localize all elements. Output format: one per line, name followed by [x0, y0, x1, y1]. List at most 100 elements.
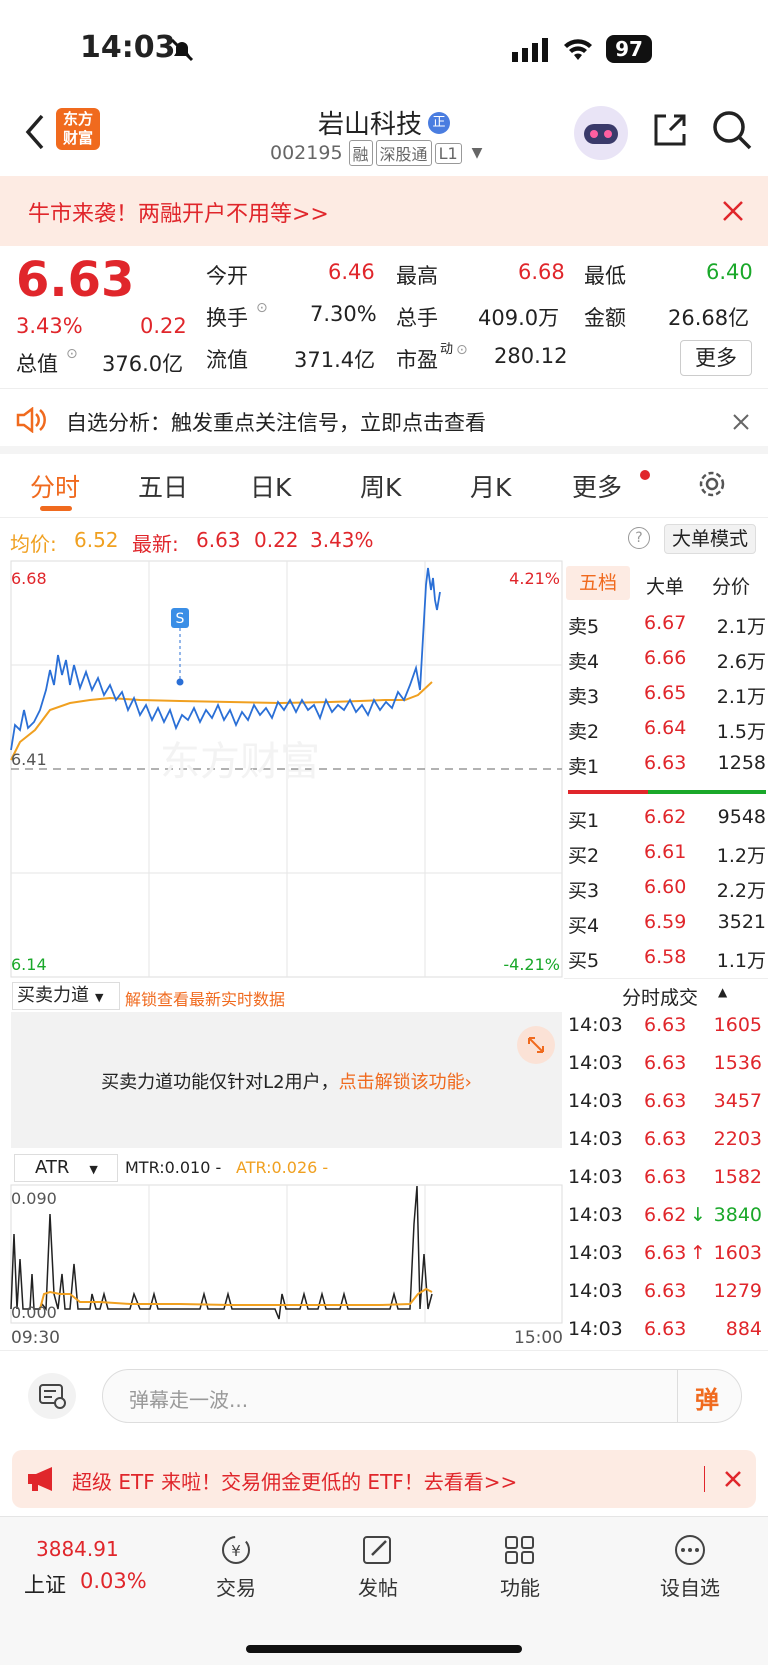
tag-connect: 深股通 — [375, 140, 432, 166]
stock-code: 002195 — [270, 142, 343, 164]
high-value: 6.68 — [518, 260, 565, 284]
info-icon[interactable]: ⊙ — [456, 342, 468, 358]
mtr-value: MTR:0.010 - — [125, 1158, 222, 1177]
notification-dot — [640, 470, 650, 480]
comment-bar: 弹幕走一波... 弹 — [0, 1350, 768, 1440]
low-value: 6.40 — [706, 260, 753, 284]
info-icon[interactable]: ⊙ — [256, 300, 268, 316]
ask-row[interactable]: 卖3 6.65 2.1万 — [564, 682, 768, 716]
unlock-feature-link[interactable]: 点击解锁该功能 — [339, 1072, 465, 1093]
book-tab-price[interactable]: 分价 — [712, 572, 750, 599]
mute-bell-icon — [170, 38, 194, 62]
promo-text[interactable]: 牛市来袭！两融开户不用等>> — [28, 196, 329, 228]
unlock-link[interactable]: 解锁查看最新实时数据 — [125, 986, 285, 1010]
open-label: 今开 — [206, 264, 248, 288]
tip-text[interactable]: 自选分析：触发重点关注信号，立即点击查看 — [66, 407, 486, 437]
tab-month-k[interactable]: 月K — [470, 468, 511, 504]
analysis-tip[interactable]: 自选分析：触发重点关注信号，立即点击查看 — [0, 388, 768, 454]
tab-intraday[interactable]: 分时 — [30, 468, 80, 504]
locked-message: 买卖力道功能仅针对L2用户， — [101, 1072, 339, 1093]
mktcap-label: 总值 — [16, 352, 58, 376]
bid-row[interactable]: 买4 6.59 3521 — [564, 911, 768, 945]
ask-row[interactable]: 卖5 6.67 2.1万 — [564, 612, 768, 646]
tick-row: 14:03 6.63 ↑ 1603 — [568, 1242, 762, 1264]
ticks-header[interactable]: 分时成交 ▲ — [564, 978, 768, 1014]
book-tab-five[interactable]: 五档 — [566, 566, 630, 600]
signal-marker-label: S — [176, 611, 185, 627]
nav-add-watchlist[interactable]: 设自选 — [630, 1533, 750, 1601]
chart-top-price: 6.68 — [11, 569, 47, 588]
bid-row[interactable]: 买3 6.60 2.2万 — [564, 876, 768, 910]
help-icon[interactable]: ? — [628, 527, 650, 549]
danmaku-settings-icon[interactable] — [28, 1373, 76, 1419]
atr-bottom-label: 0.000 — [11, 1303, 57, 1322]
turnover-value: 7.30% — [310, 302, 377, 326]
close-icon[interactable] — [732, 413, 750, 431]
last-value: 6.63 — [196, 528, 241, 552]
index-pct[interactable]: 0.03% — [80, 1569, 147, 1593]
tick-row: 14:03 6.63 2203 — [568, 1128, 762, 1150]
chart-watermark: 东方财富 — [160, 739, 320, 785]
ask-row[interactable]: 卖2 6.64 1.5万 — [564, 717, 768, 751]
more-button[interactable]: 更多 — [680, 340, 752, 376]
force-locked-panel: 买卖力道功能仅针对L2用户，点击解锁该功能› — [11, 1012, 562, 1148]
tab-more[interactable]: 更多 — [572, 468, 622, 504]
share-icon[interactable] — [650, 110, 690, 150]
volume-label: 总手 — [396, 306, 438, 330]
danmaku-send-button[interactable]: 弹 — [695, 1380, 719, 1415]
change-amount: 0.22 — [140, 314, 187, 338]
expand-icon[interactable] — [517, 1026, 555, 1064]
bid-row[interactable]: 买5 6.58 1.1万 — [564, 946, 768, 980]
pct-value: 3.43% — [310, 528, 374, 552]
bid-row[interactable]: 买2 6.61 1.2万 — [564, 841, 768, 875]
amount-value: 26.68亿 — [668, 306, 750, 330]
last-price: 6.63 — [16, 252, 135, 308]
atr-value: ATR:0.026 - — [236, 1158, 329, 1177]
bottom-nav: 3884.91 上证 0.03% ¥ 交易 发帖 功能 设自选 — [0, 1516, 768, 1665]
tick-row: 14:03 6.63 1536 — [568, 1052, 762, 1074]
promo-banner[interactable]: 牛市来袭！两融开户不用等>> — [0, 176, 768, 246]
nav-functions[interactable]: 功能 — [460, 1533, 580, 1601]
etf-banner-text[interactable]: 超级 ETF 来啦！交易佣金更低的 ETF！去看看>> — [72, 1466, 517, 1495]
chart-top-pct: 4.21% — [509, 569, 560, 588]
avg-value: 6.52 — [74, 528, 119, 552]
book-tab-big[interactable]: 大单 — [646, 572, 684, 599]
mktcap-value: 376.0亿 — [102, 352, 184, 376]
tick-row: 14:03 6.63 1279 — [568, 1280, 762, 1302]
open-value: 6.46 — [328, 260, 375, 284]
robot-avatar-icon[interactable] — [574, 106, 628, 160]
tab-five-day[interactable]: 五日 — [138, 468, 188, 504]
etf-banner[interactable]: 超级 ETF 来啦！交易佣金更低的 ETF！去看看>> — [12, 1450, 756, 1508]
last-label: 最新: — [132, 532, 179, 556]
volume-value: 409.0万 — [478, 306, 560, 330]
chart-subheader: 均价: 6.52 最新: 6.63 0.22 3.43% ? 大单模式 — [0, 520, 768, 560]
atr-selector[interactable]: ATR ▼ — [14, 1154, 118, 1182]
info-icon[interactable]: ⊙ — [66, 346, 78, 362]
chg-value: 0.22 — [254, 528, 299, 552]
settings-gear-icon[interactable] — [696, 468, 728, 500]
bid-row[interactable]: 买1 6.62 9548 — [564, 806, 768, 840]
close-icon[interactable] — [722, 200, 744, 222]
tag-level: L1 — [434, 142, 462, 164]
nav-trade[interactable]: ¥ 交易 — [176, 1533, 296, 1601]
tab-week-k[interactable]: 周K — [360, 468, 401, 504]
intraday-chart[interactable]: 东方财富 S 6.68 4.21% 6.41 6.14 -4.21% — [0, 560, 564, 980]
ask-row[interactable]: 卖1 6.63 1258 — [564, 752, 768, 786]
big-order-mode-button[interactable]: 大单模式 — [664, 524, 756, 554]
tick-row: 14:03 6.63 1605 — [568, 1014, 762, 1036]
nav-post[interactable]: 发帖 — [318, 1533, 438, 1601]
ask-row[interactable]: 卖4 6.66 2.6万 — [564, 647, 768, 681]
tab-day-k[interactable]: 日K — [250, 468, 291, 504]
atr-chart[interactable]: 0.090 0.000 — [0, 1184, 564, 1324]
close-icon[interactable] — [724, 1470, 742, 1488]
stock-code-row: 002195 融 深股通 L1 ▼ — [270, 140, 482, 166]
search-icon[interactable] — [710, 108, 754, 152]
home-indicator — [246, 1645, 522, 1653]
index-value[interactable]: 3884.91 — [36, 1537, 119, 1561]
pe-sup: 动 — [440, 342, 454, 357]
index-name[interactable]: 上证 — [24, 1569, 66, 1599]
danmaku-input[interactable]: 弹幕走一波... 弹 — [102, 1369, 742, 1423]
dropdown-icon[interactable]: ▼ — [472, 145, 483, 161]
tick-row: 14:03 6.62 ↓ 3840 — [568, 1204, 762, 1226]
force-selector[interactable]: 买卖力道 ▼ — [12, 982, 120, 1010]
